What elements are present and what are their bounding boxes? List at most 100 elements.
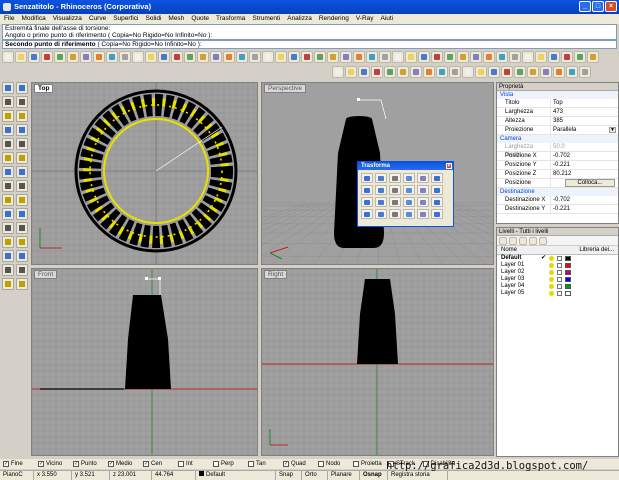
left-tool-icon[interactable] [16,278,28,290]
render-tool-icon[interactable] [384,66,396,78]
standard-tool-icon[interactable] [197,51,209,63]
left-tool-icon[interactable] [2,180,14,192]
osnap-checkbox[interactable]: ✓ [3,461,9,467]
left-tool-icon[interactable] [2,264,14,276]
layer-row[interactable]: Layer 01 [497,262,618,269]
transform-tool-icon[interactable] [375,197,387,207]
layer-color-swatch[interactable] [565,263,571,268]
transform-tool-icon[interactable] [361,173,373,183]
transform-tool-icon[interactable] [389,185,401,195]
transform-tool-icon[interactable] [375,185,387,195]
menu-trasforma[interactable]: Trasforma [216,15,245,24]
render-tool-icon[interactable] [540,66,552,78]
transform-tool-icon[interactable] [361,197,373,207]
layer-color-swatch[interactable] [565,284,571,289]
osnap-option[interactable]: Int [178,461,210,467]
transform-tool-icon[interactable] [375,173,387,183]
transform-tool-icon[interactable] [361,209,373,219]
standard-tool-icon[interactable] [67,51,79,63]
lock-icon[interactable] [557,263,562,268]
col-library[interactable]: Libreria dei... [557,246,618,254]
transform-tool-icon[interactable] [389,209,401,219]
left-tool-icon[interactable] [2,166,14,178]
render-tool-icon[interactable] [566,66,578,78]
left-tool-icon[interactable] [16,124,28,136]
osnap-checkbox[interactable] [248,461,254,467]
standard-tool-icon[interactable] [2,51,14,63]
left-tool-icon[interactable] [2,222,14,234]
prop-value[interactable]: -0.221 [551,205,618,213]
transform-tool-icon[interactable] [431,197,443,207]
new-layer-icon[interactable] [499,237,507,245]
transform-tool-icon[interactable] [431,209,443,219]
menu-modifica[interactable]: Modifica [21,15,45,24]
menu-superfici[interactable]: Superfici [113,15,138,24]
vase-object-right[interactable] [357,279,398,364]
layer-row[interactable]: Layer 03 [497,276,618,283]
layer-name[interactable]: Layer 02 [497,269,541,276]
standard-tool-icon[interactable] [210,51,222,63]
chevron-down-icon[interactable]: ▼ [609,127,616,133]
left-tool-icon[interactable] [2,194,14,206]
menu-analizza[interactable]: Analizza [287,15,312,24]
standard-tool-icon[interactable] [327,51,339,63]
viewport-right[interactable]: Right [261,268,494,456]
delete-layer-icon[interactable] [509,237,517,245]
proiezione-select[interactable]: Parallela ▼ [551,126,618,134]
standard-tool-icon[interactable] [496,51,508,63]
lightbulb-icon[interactable] [549,284,554,289]
left-tool-icon[interactable] [2,208,14,220]
render-tool-icon[interactable] [462,66,474,78]
render-tool-icon[interactable] [423,66,435,78]
lock-icon[interactable] [557,291,562,296]
lightbulb-icon[interactable] [549,263,554,268]
transform-tool-icon[interactable] [417,185,429,195]
standard-tool-icon[interactable] [158,51,170,63]
standard-tool-icon[interactable] [535,51,547,63]
status-planare[interactable]: Planare [328,471,360,480]
menu-vray[interactable]: V-Ray [356,15,374,24]
standard-tool-icon[interactable] [106,51,118,63]
layer-row[interactable]: Layer 02 [497,269,618,276]
render-tool-icon[interactable] [579,66,591,78]
osnap-checkbox[interactable]: ✓ [73,461,79,467]
standard-tool-icon[interactable] [418,51,430,63]
standard-tool-icon[interactable] [561,51,573,63]
render-tool-icon[interactable] [371,66,383,78]
standard-tool-icon[interactable] [483,51,495,63]
prop-value[interactable]: Top [551,99,618,107]
left-tool-icon[interactable] [16,264,28,276]
status-osnap[interactable]: Osnap [360,471,388,480]
prop-row[interactable]: Destinazione Y -0.221 [497,205,618,214]
render-tool-icon[interactable] [449,66,461,78]
status-layer[interactable]: Default [196,471,276,480]
standard-tool-icon[interactable] [184,51,196,63]
viewport-perspective-label[interactable]: Perspective [264,84,306,93]
render-tool-icon[interactable] [332,66,344,78]
standard-tool-icon[interactable] [314,51,326,63]
transform-tool-icon[interactable] [361,185,373,195]
osnap-checkbox[interactable]: ✓ [38,461,44,467]
standard-tool-icon[interactable] [80,51,92,63]
render-tool-icon[interactable] [358,66,370,78]
menu-curve[interactable]: Curve [89,15,106,24]
lock-icon[interactable] [557,256,562,261]
trasforma-title-bar[interactable]: Trasforma × [358,162,453,170]
status-snap[interactable]: Snap [276,471,302,480]
transform-tool-icon[interactable] [417,197,429,207]
layer-name[interactable]: Layer 03 [497,276,541,283]
standard-tool-icon[interactable] [457,51,469,63]
standard-tool-icon[interactable] [132,51,144,63]
standard-tool-icon[interactable] [275,51,287,63]
standard-tool-icon[interactable] [249,51,261,63]
layer-color-swatch[interactable] [565,277,571,282]
move-up-icon[interactable] [519,237,527,245]
menu-strumenti[interactable]: Strumenti [252,15,280,24]
render-tool-icon[interactable] [514,66,526,78]
lightbulb-icon[interactable] [549,270,554,275]
standard-tool-icon[interactable] [366,51,378,63]
render-tool-icon[interactable] [345,66,357,78]
standard-tool-icon[interactable] [288,51,300,63]
prop-row[interactable]: Posizione Z 80.212 [497,170,618,179]
osnap-option[interactable]: ✓ Quad [283,461,315,467]
